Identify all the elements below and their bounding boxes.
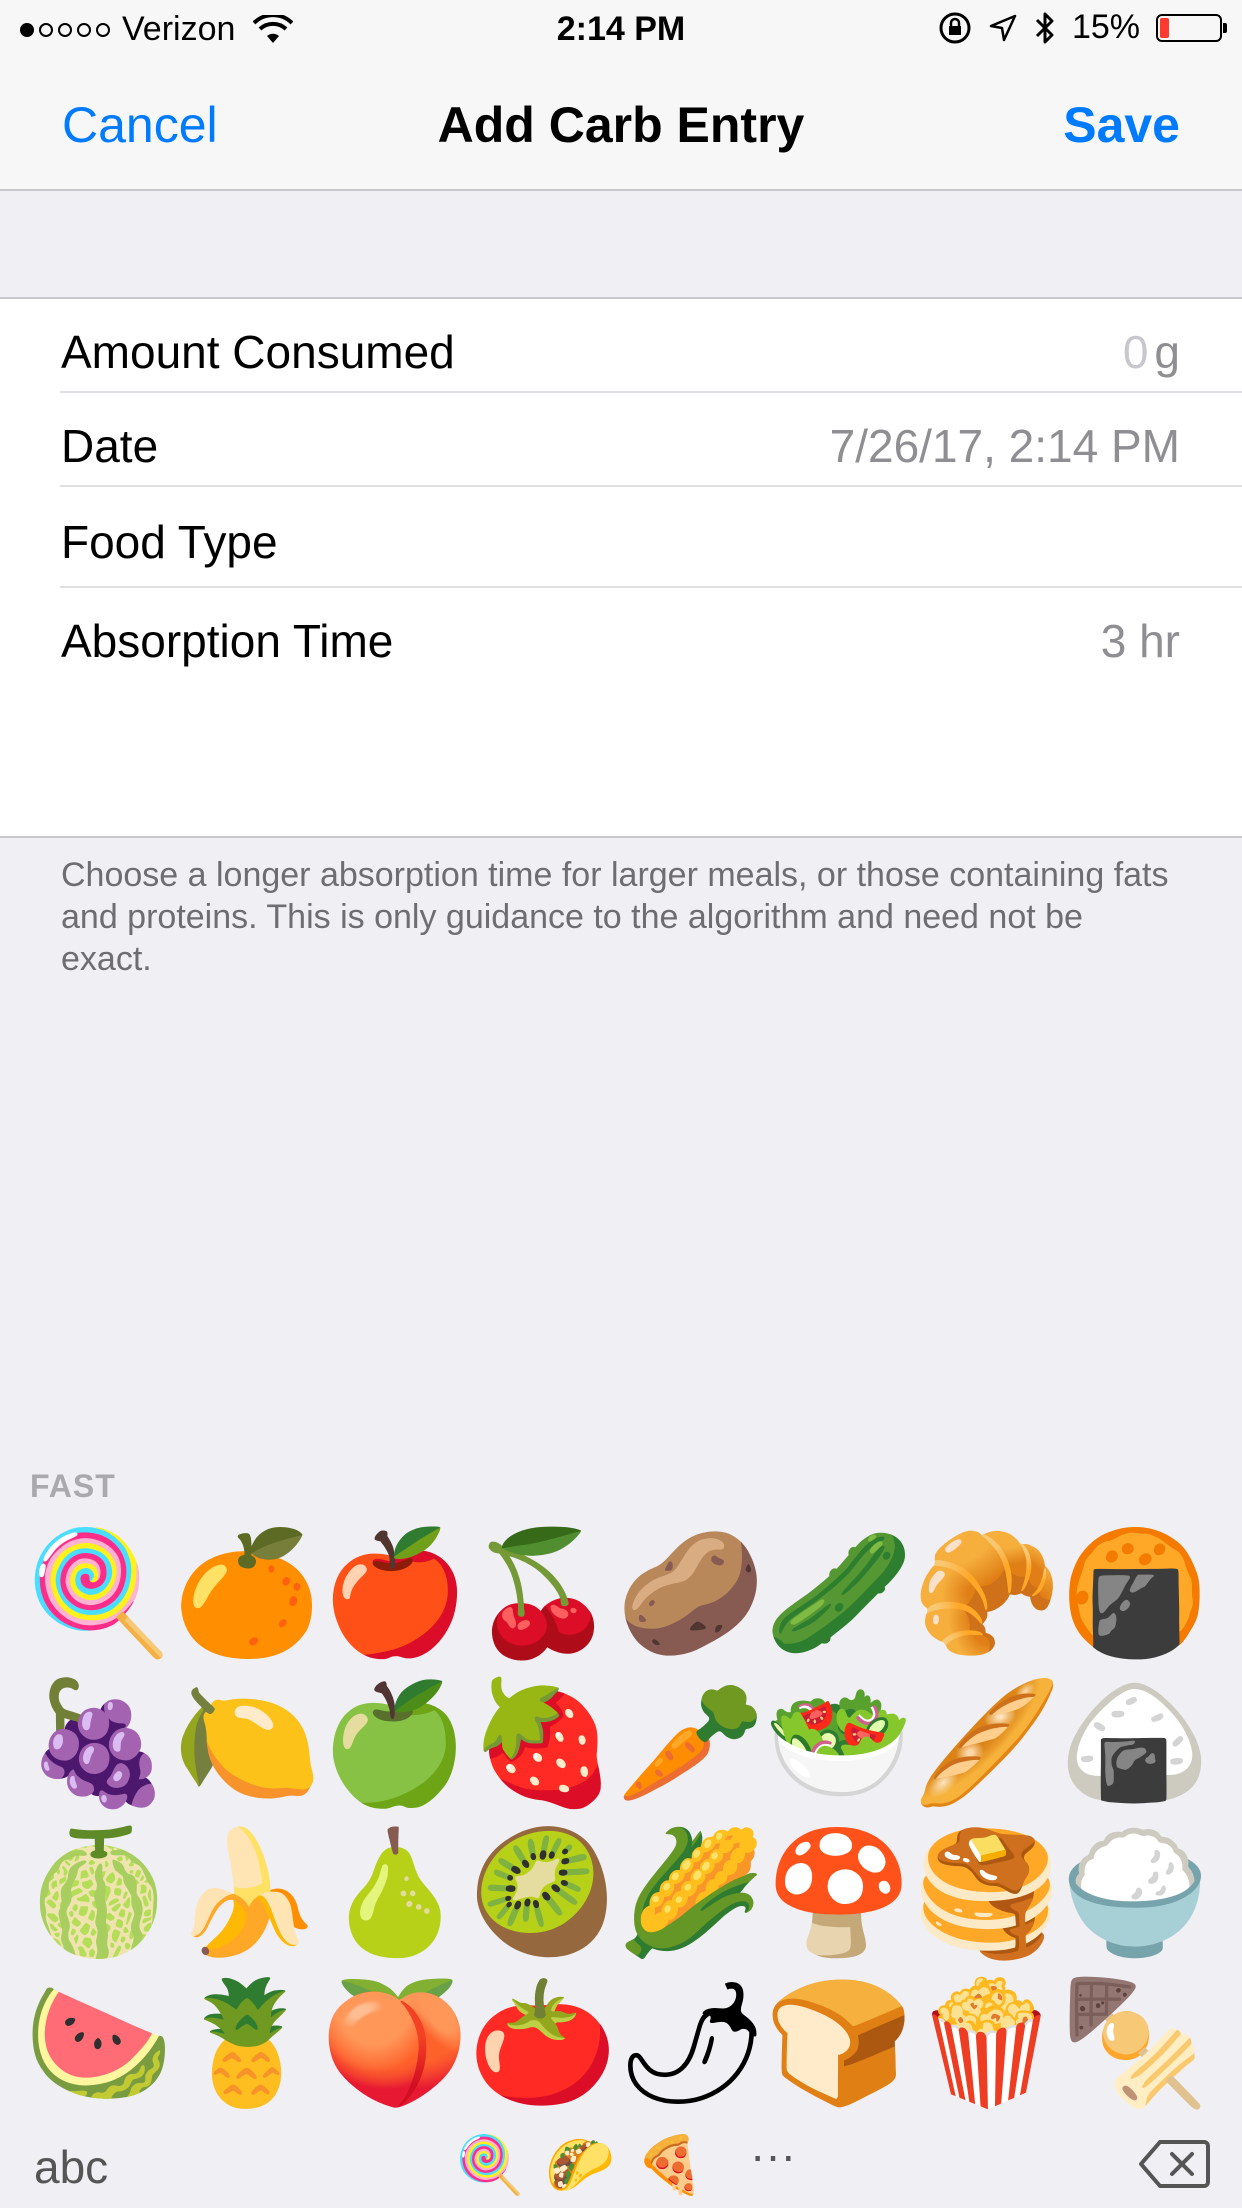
emoji-key[interactable]: 🍿: [912, 1970, 1061, 2116]
emoji-key[interactable]: 🍞: [764, 1970, 913, 2116]
taco-category-icon[interactable]: 🌮: [545, 2130, 615, 2200]
emoji-key[interactable]: 🌽: [616, 1820, 765, 1966]
cancel-button[interactable]: Cancel: [62, 96, 218, 154]
emoji-key[interactable]: 🥞: [912, 1820, 1061, 1966]
emoji-key[interactable]: 🥒: [764, 1520, 913, 1666]
date-label: Date: [61, 420, 159, 472]
emoji-key[interactable]: 🍍: [172, 1970, 321, 2116]
status-bar: Verizon 2:14 PM 15%: [0, 0, 1242, 60]
emoji-key[interactable]: 🥐: [912, 1520, 1061, 1666]
emoji-key[interactable]: 🍙: [1060, 1670, 1209, 1816]
absorption-time-value[interactable]: 3 hr: [1101, 614, 1180, 668]
date-value[interactable]: 7/26/17, 2:14 PM: [830, 419, 1180, 473]
emoji-key[interactable]: 🍒: [468, 1520, 617, 1666]
emoji-key[interactable]: 🥖: [912, 1670, 1061, 1816]
location-icon: [989, 14, 1017, 41]
rotation-lock-icon: [939, 12, 971, 43]
lollipop-category-icon[interactable]: 🍭: [455, 2130, 525, 2200]
emoji-key[interactable]: 🍅: [468, 1970, 617, 2116]
emoji-key[interactable]: 🥔: [616, 1520, 765, 1666]
date-row[interactable]: Date 7/26/17, 2:14 PM: [0, 393, 1242, 486]
emoji-key[interactable]: 🍚: [1060, 1820, 1209, 1966]
emoji-section-label: FAST: [30, 1468, 116, 1504]
emoji-key[interactable]: 🍈: [24, 1820, 173, 1966]
emoji-key[interactable]: 🍄: [764, 1820, 913, 1966]
emoji-key[interactable]: 🍐: [320, 1820, 469, 1966]
emoji-key[interactable]: 🍘: [1060, 1520, 1209, 1666]
emoji-key[interactable]: 🍭: [24, 1520, 173, 1666]
more-categories-button[interactable]: ···: [750, 2128, 796, 2182]
amount-consumed-label: Amount Consumed: [61, 326, 455, 378]
emoji-key[interactable]: 🍉: [24, 1970, 173, 2116]
battery-icon: [1156, 13, 1227, 42]
food-type-row[interactable]: Food Type: [0, 487, 1242, 586]
delete-backspace-icon[interactable]: [1138, 2138, 1210, 2190]
emoji-key[interactable]: 🥝: [468, 1820, 617, 1966]
navigation-bar: Cancel Add Carb Entry Save: [0, 60, 1242, 191]
carb-entry-form: Amount Consumed 0g Date 7/26/17, 2:14 PM…: [0, 297, 1242, 838]
amount-consumed-row[interactable]: Amount Consumed 0g: [0, 299, 1242, 392]
battery-level: [1160, 17, 1169, 38]
emoji-key[interactable]: 🥕: [616, 1670, 765, 1816]
keyboard-bottom-bar: abc 🍭 🌮 🍕 ···: [0, 2120, 1242, 2208]
emoji-key[interactable]: 🍋: [172, 1670, 321, 1816]
emoji-key[interactable]: 🍏: [320, 1670, 469, 1816]
amount-placeholder: 0: [1122, 326, 1149, 378]
save-button[interactable]: Save: [1063, 96, 1180, 154]
amount-unit: g: [1154, 326, 1180, 378]
amount-consumed-field[interactable]: 0g: [1123, 325, 1180, 379]
food-type-label: Food Type: [61, 516, 278, 568]
absorption-help-text: Choose a longer absorption time for larg…: [61, 856, 1169, 978]
abc-keyboard-button[interactable]: abc: [34, 2140, 108, 2194]
absorption-time-label: Absorption Time: [61, 615, 394, 667]
emoji-key[interactable]: 🍊: [172, 1520, 321, 1666]
emoji-key[interactable]: 🍌: [172, 1820, 321, 1966]
emoji-key[interactable]: 🌶: [616, 1970, 768, 2116]
emoji-key[interactable]: 🍎: [320, 1520, 469, 1666]
emoji-grid: 🍭 🍊 🍎 🍒 🥔 🥒 🥐 🍘 🍇 🍋 🍏 🍓 🥕 🥗 🥖 🍙 🍈 🍌 🍐 🥝 🌽 🍄 🥞 🍚 🍉 🍍 🍑 🍅 🌶 🍞 🍿 🍢: [0, 1520, 1242, 2120]
emoji-key[interactable]: 🍢: [1060, 1970, 1209, 2116]
emoji-key[interactable]: 🍇: [24, 1670, 173, 1816]
absorption-time-row[interactable]: Absorption Time 3 hr: [0, 588, 1242, 681]
battery-percentage: 15%: [1071, 8, 1140, 46]
pizza-category-icon[interactable]: 🍕: [635, 2130, 705, 2200]
emoji-key[interactable]: 🍑: [320, 1970, 469, 2116]
emoji-key[interactable]: 🥗: [764, 1670, 913, 1816]
emoji-keyboard: FAST 🍭 🍊 🍎 🍒 🥔 🥒 🥐 🍘 🍇 🍋 🍏 🍓 🥕 🥗 🥖 🍙 🍈 🍌 🍐 🥝 🌽 🍄 🥞 🍚 🍉 🍍 🍑 🍅 🌶 🍞 🍿 🍢 ab…: [0, 1450, 1242, 2208]
bluetooth-icon: [1035, 12, 1054, 43]
emoji-key[interactable]: 🍓: [468, 1670, 617, 1816]
